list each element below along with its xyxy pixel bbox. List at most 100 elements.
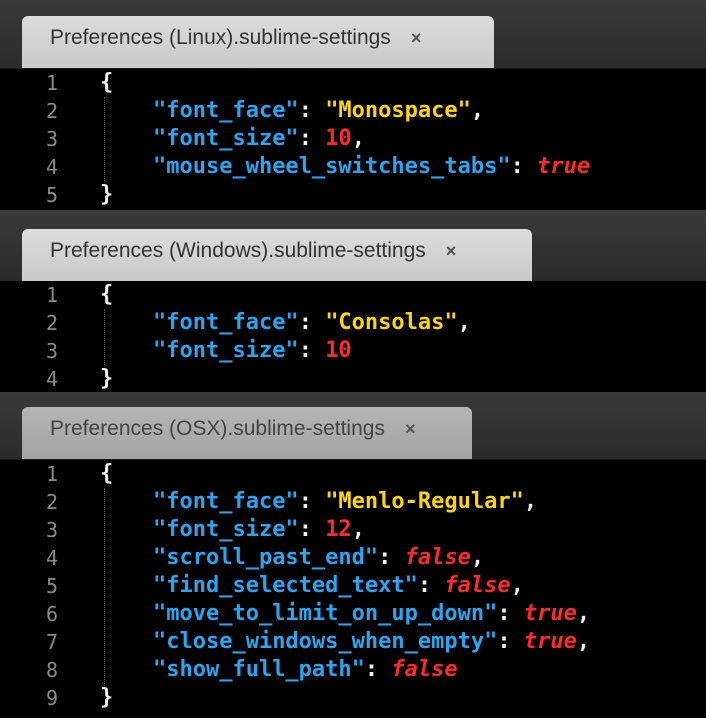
line-source: } bbox=[100, 684, 113, 712]
code-line: 3 "font_size": 12, bbox=[0, 516, 706, 544]
trailing-comma: , bbox=[470, 98, 485, 123]
line-source: "move_to_limit_on_up_down": true, bbox=[100, 600, 590, 628]
code-line: 1{ bbox=[0, 460, 706, 488]
trailing-comma: , bbox=[351, 517, 365, 542]
editor-tab[interactable]: Preferences (OSX).sublime-settings × bbox=[22, 407, 472, 459]
line-source: { bbox=[100, 460, 113, 488]
line-number: 2 bbox=[45, 311, 58, 335]
line-source: "mouse_wheel_switches_tabs": true bbox=[100, 153, 590, 181]
code-line: 3 "font_size": 10 bbox=[0, 337, 706, 365]
setting-value: "Menlo-Regular" bbox=[325, 489, 524, 514]
open-brace: { bbox=[100, 70, 114, 95]
line-source: "font_face": "Menlo-Regular", bbox=[100, 488, 537, 516]
setting-key: "font_size" bbox=[152, 126, 299, 151]
line-source: "font_size": 10 bbox=[100, 337, 352, 365]
tab-title: Preferences (OSX).sublime-settings bbox=[50, 417, 385, 440]
code-area[interactable]: 1{2 "font_face": "Menlo-Regular", 3 "font… bbox=[0, 460, 706, 714]
setting-key: "move_to_limit_on_up_down" bbox=[152, 601, 498, 626]
line-source: { bbox=[100, 69, 113, 97]
colon: : bbox=[298, 98, 326, 123]
close-icon[interactable]: × bbox=[405, 419, 416, 440]
line-source: "close_windows_when_empty": true, bbox=[100, 628, 590, 656]
setting-value: true bbox=[523, 629, 577, 654]
tab-bar: Preferences (Windows).sublime-settings × bbox=[0, 210, 706, 282]
setting-key: "font_size" bbox=[152, 517, 299, 542]
line-number: 8 bbox=[45, 658, 58, 682]
tab-title: Preferences (Linux).sublime-settings bbox=[50, 26, 391, 49]
setting-value: false bbox=[404, 545, 471, 570]
tab-bar: Preferences (Linux).sublime-settings × bbox=[0, 0, 706, 69]
code-line: 9} bbox=[0, 684, 706, 712]
line-number: 5 bbox=[45, 574, 58, 598]
colon: : bbox=[298, 310, 326, 335]
line-source: } bbox=[100, 181, 113, 209]
code-line: 4} bbox=[0, 365, 706, 393]
trailing-comma: , bbox=[523, 489, 538, 514]
code-line: 8 "show_full_path": false bbox=[0, 656, 706, 684]
code-line: 7 "close_windows_when_empty": true, bbox=[0, 628, 706, 656]
setting-key: "font_face" bbox=[152, 489, 299, 514]
line-number: 1 bbox=[45, 71, 58, 95]
setting-value: false bbox=[391, 657, 458, 682]
line-source: "scroll_past_end": false, bbox=[100, 544, 484, 572]
line-source: } bbox=[100, 365, 113, 393]
colon: : bbox=[364, 657, 392, 682]
setting-key: "font_face" bbox=[152, 98, 299, 123]
tab-bar: Preferences (OSX).sublime-settings × bbox=[0, 392, 706, 460]
code-line: 4 "mouse_wheel_switches_tabs": true bbox=[0, 153, 706, 181]
code-line: 5} bbox=[0, 181, 706, 209]
close-icon[interactable]: × bbox=[446, 241, 457, 262]
line-number: 1 bbox=[45, 462, 58, 486]
colon: : bbox=[417, 573, 445, 598]
setting-key: "find_selected_text" bbox=[152, 573, 418, 598]
close-brace: } bbox=[100, 685, 114, 710]
setting-value: true bbox=[537, 154, 591, 179]
trailing-comma: , bbox=[457, 310, 471, 335]
line-number: 6 bbox=[45, 602, 58, 626]
line-number: 9 bbox=[45, 686, 58, 710]
setting-key: "show_full_path" bbox=[152, 657, 365, 682]
setting-key: "close_windows_when_empty" bbox=[152, 629, 498, 654]
setting-key: "mouse_wheel_switches_tabs" bbox=[152, 154, 511, 179]
line-number: 7 bbox=[45, 630, 58, 654]
trailing-comma: , bbox=[576, 629, 591, 654]
code-line: 5 "find_selected_text": false, bbox=[0, 572, 706, 600]
setting-value: "Monospace" bbox=[325, 98, 471, 123]
line-source: "font_face": "Consolas", bbox=[100, 309, 471, 337]
tab-title: Preferences (Windows).sublime-settings bbox=[50, 239, 426, 262]
colon: : bbox=[378, 545, 405, 570]
open-brace: { bbox=[100, 461, 114, 486]
editor-tab[interactable]: Preferences (Windows).sublime-settings × bbox=[22, 229, 532, 281]
line-number: 4 bbox=[45, 546, 58, 570]
code-line: 4 "scroll_past_end": false, bbox=[0, 544, 706, 572]
line-number: 4 bbox=[45, 155, 58, 179]
setting-value: 10 bbox=[325, 126, 352, 151]
trailing-comma: , bbox=[576, 601, 591, 626]
setting-value: 10 bbox=[325, 338, 352, 363]
setting-key: "font_face" bbox=[152, 310, 299, 335]
colon: : bbox=[298, 126, 326, 151]
code-line: 2 "font_face": "Monospace", bbox=[0, 97, 706, 125]
line-source: { bbox=[100, 281, 113, 309]
code-area[interactable]: 1 {2 "font_face": "Monospace", 3 "font_siz… bbox=[0, 69, 706, 211]
line-number: 3 bbox=[45, 518, 58, 542]
code-area[interactable]: 1{2 "font_face": "Consolas", 3 "font_size… bbox=[0, 281, 706, 395]
setting-value: 12 bbox=[325, 517, 352, 542]
line-number: 4 bbox=[45, 367, 58, 391]
line-source: "font_face": "Monospace", bbox=[100, 97, 484, 125]
trailing-comma: , bbox=[470, 545, 485, 570]
setting-key: "font_size" bbox=[152, 338, 299, 363]
line-source: "font_size": 10, bbox=[100, 125, 365, 153]
close-icon[interactable]: × bbox=[411, 28, 422, 49]
close-brace: } bbox=[100, 366, 114, 391]
colon: : bbox=[497, 601, 524, 626]
code-line: 1{ bbox=[0, 281, 706, 309]
trailing-comma: , bbox=[351, 126, 365, 151]
code-line: 6 "move_to_limit_on_up_down": true, bbox=[0, 600, 706, 628]
close-brace: } bbox=[100, 182, 114, 207]
line-number: 2 bbox=[45, 490, 58, 514]
line-number: 1 bbox=[45, 283, 58, 307]
code-line: 2 "font_face": "Menlo-Regular", bbox=[0, 488, 706, 516]
editor-tab[interactable]: Preferences (Linux).sublime-settings × bbox=[22, 16, 494, 68]
line-number: 3 bbox=[45, 127, 58, 151]
